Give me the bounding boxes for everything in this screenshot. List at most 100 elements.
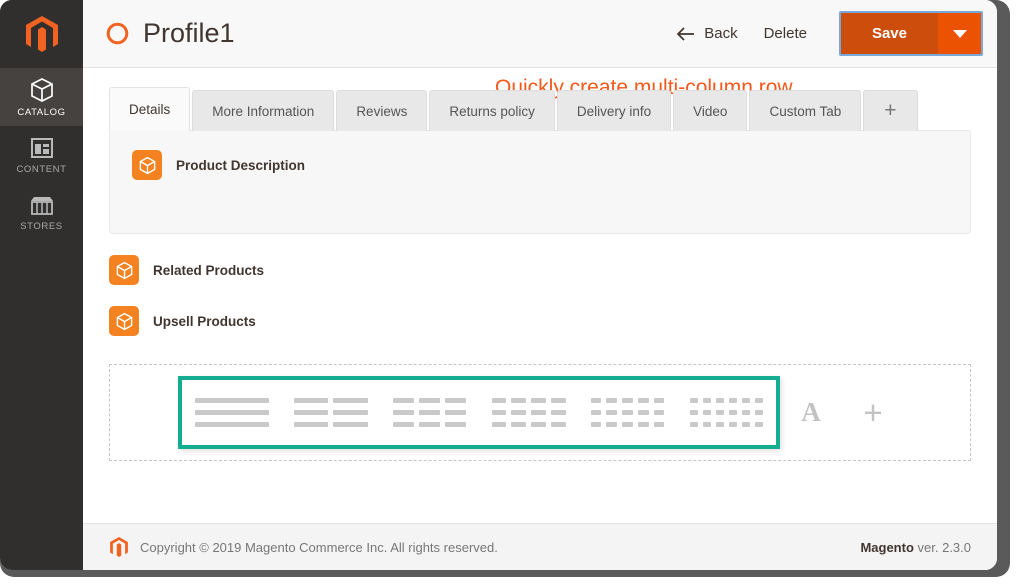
magento-logo-icon (110, 537, 128, 557)
layout-glyph-row (590, 422, 665, 427)
layout-glyph-segment (742, 422, 751, 427)
three-column-layout-option[interactable] (380, 380, 479, 445)
layout-glyph-row (392, 422, 467, 427)
layout-glyph-segment (622, 398, 633, 403)
layout-glyph-segment (689, 410, 698, 415)
layout-glyph-row (194, 410, 269, 415)
box-icon (132, 150, 162, 180)
layout-glyph-segment (550, 422, 566, 427)
layout-glyph-segment (491, 422, 507, 427)
copyright-text: Copyright © 2019 Magento Commerce Inc. A… (140, 539, 498, 555)
delete-button[interactable]: Delete (764, 25, 807, 42)
layout-glyph-segment (637, 410, 649, 415)
layout-glyph-segment (590, 410, 602, 415)
layout-glyph-row (491, 410, 566, 415)
layout-glyph-segment (715, 422, 724, 427)
add-element-button[interactable]: + (842, 396, 904, 429)
layout-glyph-segment (653, 410, 665, 415)
save-button[interactable]: Save (840, 13, 938, 54)
layout-glyph-segment (653, 422, 665, 427)
save-dropdown-toggle[interactable] (938, 13, 981, 54)
upsell-products-row[interactable]: Upsell Products (109, 306, 971, 336)
main-region: Profile1 Back Delete Save Details More I… (83, 0, 997, 570)
layout-glyph-segment (550, 398, 566, 403)
product-description-panel: Product Description (109, 130, 971, 234)
five-column-layout-option[interactable] (578, 380, 677, 445)
four-column-layout-option[interactable] (479, 380, 578, 445)
save-split-button[interactable]: Save (838, 11, 983, 56)
six-column-layout-option[interactable] (677, 380, 776, 445)
layout-glyph-segment (418, 398, 441, 403)
layout-glyph-segment (653, 398, 665, 403)
upsell-products-label: Upsell Products (153, 313, 256, 329)
sidebar-item-content[interactable]: CONTENT (0, 126, 83, 184)
layout-glyph-segment (445, 398, 467, 403)
version-info: Magento ver. 2.3.0 (860, 540, 971, 555)
layout-glyph-segment (755, 422, 764, 427)
layout-glyph-segment (511, 422, 526, 427)
layout-glyph-segment (293, 398, 328, 403)
caret-down-icon (952, 29, 967, 38)
page-header: Profile1 Back Delete Save (83, 0, 997, 68)
two-column-layout-option[interactable] (281, 380, 380, 445)
page-title: Profile1 (143, 18, 235, 48)
related-products-label: Related Products (153, 262, 265, 278)
tab-details[interactable]: Details (109, 87, 191, 131)
layout-glyph-segment (755, 398, 764, 403)
layout-glyph-row (194, 422, 269, 427)
layout-glyph-segment (742, 410, 751, 415)
product-description-label: Product Description (176, 157, 306, 173)
delete-label: Delete (763, 25, 807, 42)
tab-delivery-info[interactable]: Delivery info (556, 90, 672, 131)
text-tool-button[interactable]: A (780, 397, 842, 428)
add-tab-button[interactable]: + (863, 90, 918, 131)
browser-window: CATALOG CONTENT STORES Profile1 Back Del… (0, 0, 997, 570)
one-column-layout-option[interactable] (182, 380, 281, 445)
back-label: Back (704, 25, 738, 42)
sidebar-item-label: STORES (20, 220, 63, 232)
layout-glyph-segment (491, 410, 507, 415)
layout-glyph-segment (392, 410, 414, 415)
header-actions: Back Delete Save (676, 11, 983, 56)
sidebar-logo[interactable] (0, 0, 83, 68)
layout-glyph-row (293, 410, 368, 415)
layout-glyph-segment (606, 410, 618, 415)
layout-glyph-segment (418, 422, 441, 427)
tab-reviews[interactable]: Reviews (336, 90, 428, 131)
storefront-icon (30, 196, 53, 215)
box-icon (30, 77, 53, 102)
layout-glyph-segment (729, 410, 738, 415)
layout-glyph-segment (715, 410, 724, 415)
layout-glyph-segment (418, 410, 441, 415)
layout-glyph-segment (531, 410, 546, 415)
layout-glyph-segment (392, 422, 414, 427)
layout-glyph-segment (742, 398, 751, 403)
layout-glyph-segment (333, 422, 368, 427)
tab-returns-policy[interactable]: Returns policy (429, 90, 555, 131)
related-products-row[interactable]: Related Products (109, 255, 971, 285)
tab-video[interactable]: Video (673, 90, 748, 131)
content-drop-zone[interactable]: A + (109, 364, 971, 461)
tab-more-information[interactable]: More Information (192, 90, 335, 131)
sidebar-item-stores[interactable]: STORES (0, 184, 83, 242)
layout-glyph-segment (293, 410, 328, 415)
box-icon (109, 255, 139, 285)
layout-glyph-segment (590, 422, 602, 427)
product-description-row[interactable]: Product Description (132, 150, 948, 180)
layout-glyph-segment (689, 422, 698, 427)
content-area: Details More Information Reviews Returns… (83, 68, 997, 523)
layout-glyph-segment (702, 410, 711, 415)
back-button[interactable]: Back (676, 25, 738, 42)
layout-glyph-row (293, 422, 368, 427)
layout-glyph-row (689, 410, 764, 415)
layout-icon (30, 137, 53, 158)
tab-custom-tab[interactable]: Custom Tab (749, 90, 862, 131)
layout-glyph-segment (622, 410, 633, 415)
page-footer: Copyright © 2019 Magento Commerce Inc. A… (83, 523, 997, 570)
layout-glyph-segment (194, 422, 269, 427)
layout-glyph-row (392, 398, 467, 403)
layout-glyph-row (689, 398, 764, 403)
sidebar-item-catalog[interactable]: CATALOG (0, 68, 83, 126)
box-icon (109, 306, 139, 336)
layout-glyph-row (293, 398, 368, 403)
